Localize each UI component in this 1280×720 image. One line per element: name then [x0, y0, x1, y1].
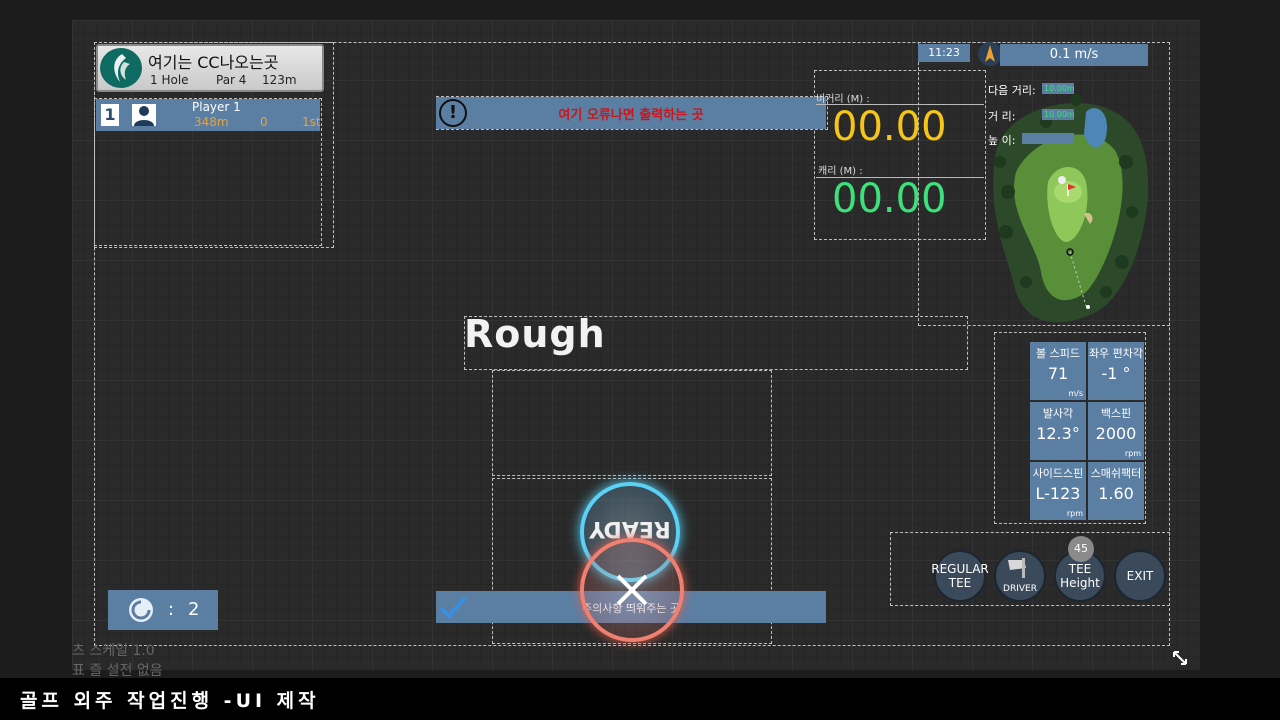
stat-launch-angle: 발사각 12.3° — [1030, 402, 1086, 460]
stat-label: 좌우 편차각 — [1088, 347, 1144, 360]
hole-number: 1 Hole — [150, 73, 189, 87]
club-logo — [100, 48, 142, 88]
player-remaining: 348m — [194, 115, 229, 129]
stat-label: 백스핀 — [1100, 407, 1132, 420]
stat-value: 71 — [1047, 364, 1069, 383]
caption-text: 골프 외주 작업진행 -UI 제작 — [20, 690, 320, 712]
player-strokes: 0 — [260, 115, 268, 129]
pin-distance-value: 10.00m — [1042, 109, 1075, 120]
stat-label: 스매쉬팩터 — [1090, 467, 1142, 480]
height-value — [1022, 133, 1074, 144]
stat-unit: m/s — [1068, 389, 1083, 398]
player-avatar-icon — [132, 104, 156, 126]
stat-value: 1.60 — [1098, 484, 1134, 503]
flight-distance-value: 00.00 — [832, 104, 947, 150]
ball-count-value: 2 — [188, 599, 200, 620]
hole-length: 123m — [262, 73, 297, 87]
flight-distance-label: 비거리 (M) : — [816, 94, 870, 105]
player-name: Player 1 — [192, 100, 241, 114]
driver-button[interactable]: DRIVER — [994, 550, 1046, 602]
ball-icon — [129, 598, 153, 622]
stat-ball-speed: 볼 스피드 71 m/s — [1030, 342, 1086, 400]
height-label: 높 이: — [988, 134, 1016, 147]
stat-unit: rpm — [1124, 449, 1141, 458]
pin-distance-label: 거 리: — [988, 110, 1016, 123]
editor-canvas: 여기는 CC나오는곳 1 Hole Par 4 123m 1 Player 1 … — [72, 20, 1200, 670]
next-distance-value: 10.00m — [1042, 83, 1075, 94]
course-name: 여기는 CC나오는곳 — [148, 53, 279, 72]
player-rank: 1st — [302, 115, 321, 129]
ball-count-box: : 2 — [108, 590, 218, 630]
hole-minimap[interactable] — [986, 92, 1200, 332]
tee-height-badge: 45 — [1068, 536, 1094, 562]
wind-speed: 0.1 m/s — [1000, 44, 1148, 66]
close-icon — [616, 574, 648, 606]
regular-tee-button[interactable]: REGULAR TEE — [931, 550, 989, 602]
stat-smash-factor: 스매쉬팩터 1.60 — [1088, 462, 1144, 520]
player-card[interactable]: 1 Player 1 348m 0 1st — [96, 99, 321, 131]
stat-value: L-123 — [1035, 484, 1081, 503]
carry-distance-value: 00.00 — [832, 176, 947, 222]
overlay-line: 츠 스케일 1.0 — [72, 643, 155, 659]
resize-icon[interactable] — [1170, 648, 1190, 668]
stat-value: -1 ° — [1101, 364, 1131, 383]
editor-overlay: 츠 스케일 1.0 표 즐 설전 없음 — [72, 640, 163, 680]
stat-label: 발사각 — [1042, 407, 1074, 420]
clock: 11:23 — [918, 44, 970, 62]
stat-value: 2000 — [1095, 424, 1137, 443]
lie-label: Rough — [464, 312, 606, 356]
guide-frame — [492, 370, 772, 476]
stat-value: 12.3° — [1036, 424, 1080, 443]
stat-sidespin: 사이드스핀 L-123 rpm — [1030, 462, 1086, 520]
stat-label: 볼 스피드 — [1036, 347, 1080, 360]
error-message-text: 여기 오류나면 출력하는 곳 — [558, 108, 704, 123]
ball-count-separator: : — [168, 599, 175, 620]
stat-side-angle: 좌우 편차각 -1 ° — [1088, 342, 1144, 400]
wind-direction-icon — [978, 42, 1002, 66]
player-number: 1 — [101, 104, 119, 126]
hole-info-card: 여기는 CC나오는곳 1 Hole Par 4 123m — [96, 44, 324, 92]
error-message-bar: ! 여기 오류나면 출력하는 곳 — [436, 97, 826, 129]
driver-label: DRIVER — [1003, 584, 1037, 594]
cancel-button[interactable] — [580, 538, 684, 642]
carry-distance-label: 캐리 (M) : — [818, 166, 863, 177]
stat-label: 사이드스핀 — [1032, 467, 1084, 480]
stat-unit: rpm — [1066, 509, 1083, 518]
stat-backspin: 백스핀 2000 rpm — [1088, 402, 1144, 460]
next-distance-label: 다음 거리: — [988, 84, 1036, 97]
hole-par: Par 4 — [216, 73, 247, 87]
overlay-line: 표 즐 설전 없음 — [72, 663, 163, 679]
exit-button[interactable]: EXIT — [1114, 550, 1166, 602]
caption-bar: 골프 외주 작업진행 -UI 제작 — [0, 678, 1280, 720]
